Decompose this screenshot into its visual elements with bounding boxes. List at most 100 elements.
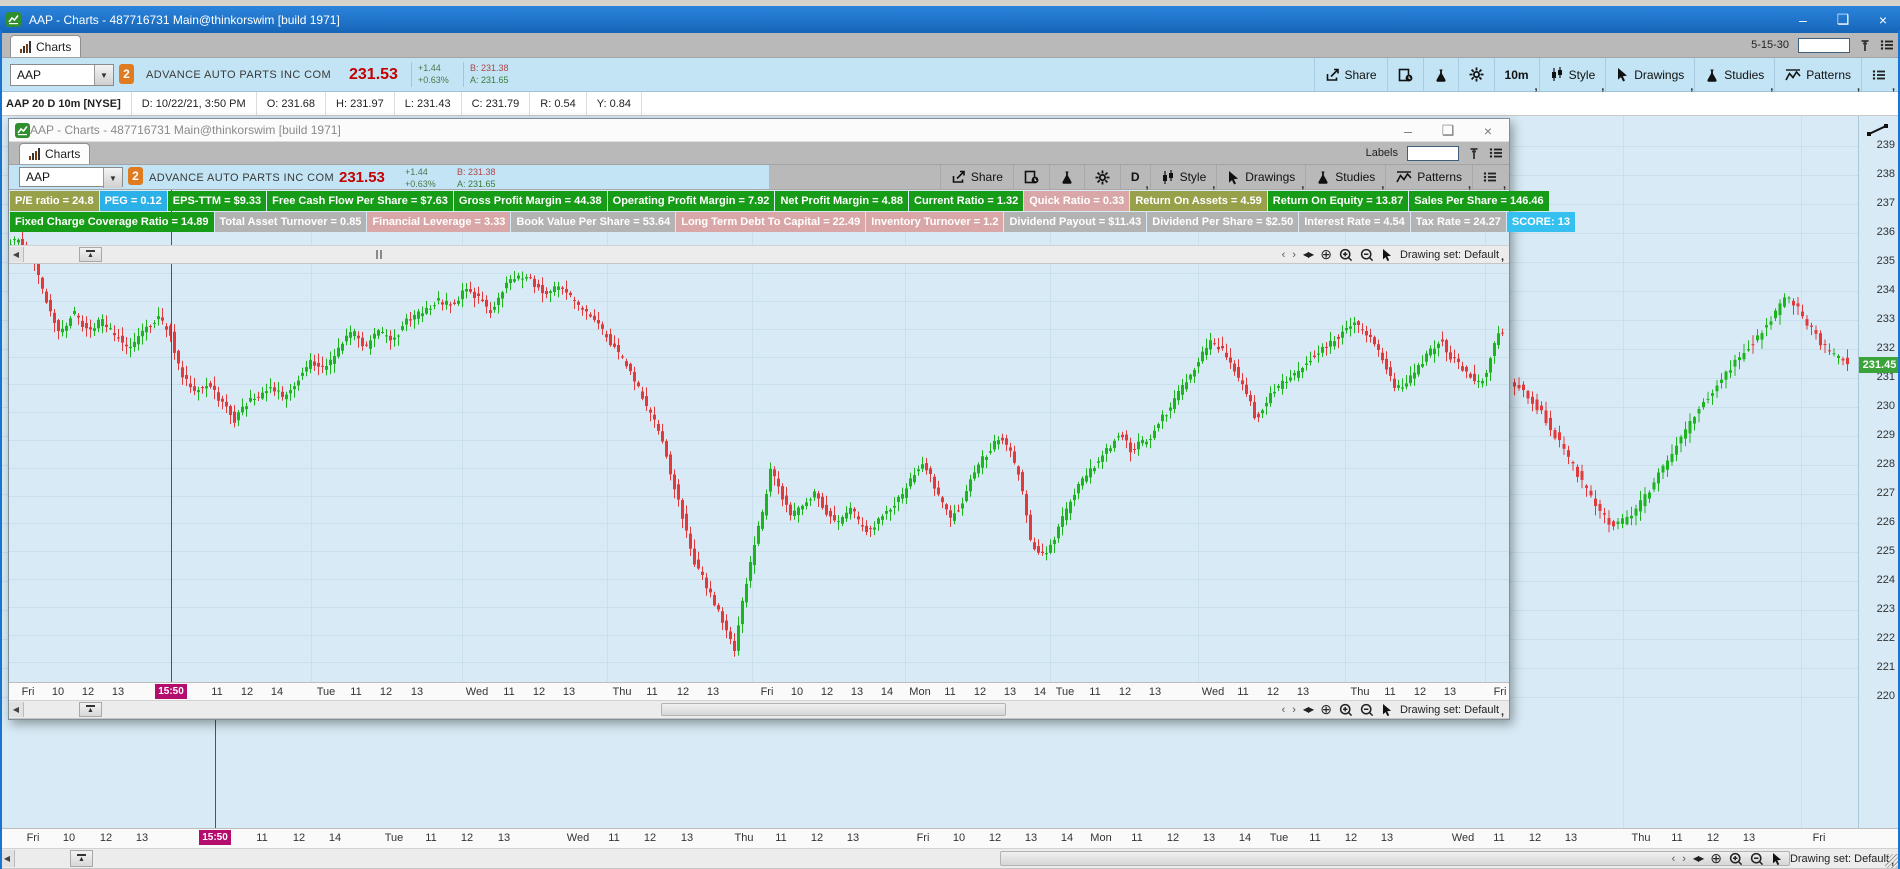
time-label: Thu [605,686,639,698]
tab-charts[interactable]: Charts [10,35,81,57]
time-label: 13 [101,686,135,698]
collapse-time-scale-button[interactable]: ▲ [79,702,102,717]
style-button[interactable]: Style, [1150,165,1217,189]
scroll-left-button[interactable]: ◀ [9,702,24,717]
alerts-badge[interactable]: 2 [119,64,134,84]
close-button[interactable]: × [1872,12,1894,28]
share-button[interactable]: Share [1314,58,1387,91]
scrollbar-grip[interactable] [373,250,385,259]
time-label: 11 [1298,832,1332,844]
patterns-button[interactable]: Patterns, [1774,58,1861,91]
inner-tab-charts[interactable]: Charts [19,143,90,164]
auto-scale-icon[interactable]: ◀▶ [1693,854,1703,863]
cursor-mode-button[interactable] [1381,248,1393,262]
pan-right-button[interactable]: › [1682,853,1686,865]
symbol-dropdown-button[interactable]: ▼ [94,65,113,85]
cursor-mode-button[interactable] [1381,703,1393,717]
fundamentals-row-1: P/E ratio = 24.8PEG = 0.12EPS-TTM = $9.3… [10,191,1549,211]
time-label: Wed [460,686,494,698]
fundamental-label: Interest Rate = 4.54 [1299,212,1410,232]
alerts-badge[interactable]: 2 [128,167,143,185]
drawing-set-selector[interactable]: Drawing set: Default, [1400,249,1505,261]
reports-button[interactable] [1013,165,1049,189]
drawings-button[interactable]: Drawings, [1605,58,1694,91]
fit-chart-icon[interactable]: ⊕ [1320,701,1332,718]
drawing-set-selector[interactable]: Drawing set: Default, [1400,704,1505,716]
pan-left-button[interactable]: ‹ [1282,704,1286,716]
pan-right-button[interactable]: › [1292,249,1296,261]
studies-button[interactable]: Studies, [1694,58,1774,91]
minimize-button[interactable]: – [1792,12,1814,28]
zoom-in-button[interactable] [1339,703,1353,717]
outer-tab-strip: Charts 5-15-30 [0,33,1900,58]
price-axis[interactable]: 2392382372362352342332322312302292282272… [1858,116,1900,828]
chart-settings-button[interactable] [1084,165,1120,189]
price-tick: 238 [1859,168,1895,180]
maximize-button[interactable]: ❑ [1832,11,1854,28]
cursor-mode-button[interactable] [1771,852,1783,866]
time-label: 12 [1403,686,1437,698]
style-button[interactable]: Style, [1539,58,1606,91]
zoom-out-button[interactable] [1360,248,1374,262]
quick-chart-input[interactable] [1798,38,1850,53]
auto-scale-icon[interactable]: ◀▶ [1303,705,1313,714]
inner-close-button[interactable]: × [1477,123,1499,139]
menu-icon [1483,171,1497,183]
resize-grip[interactable] [1885,854,1899,868]
zoom-out-button[interactable] [1360,703,1374,717]
studies-button[interactable]: Studies, [1305,165,1385,189]
inner-bottom-scrollbar[interactable]: ◀ ▲ ‹ › ◀▶ ⊕ Drawing set: Default, [9,700,1509,719]
pin-icon[interactable] [1468,147,1480,160]
scroll-left-button[interactable]: ◀ [9,247,24,262]
share-button[interactable]: Share [940,165,1013,189]
pin-icon[interactable] [1859,39,1871,52]
drawing-set-selector[interactable]: Drawing set: Default, [1790,853,1895,865]
reports-button[interactable] [1387,58,1423,91]
last-price-badge: 231.45 [1859,357,1900,373]
pan-right-button[interactable]: › [1292,704,1296,716]
bar-chart-icon [29,148,40,160]
patterns-button[interactable]: Patterns, [1385,165,1472,189]
collapse-time-scale-button[interactable]: ▲ [70,850,93,867]
zoom-out-button[interactable] [1750,852,1764,866]
inner-minimize-button[interactable]: – [1397,123,1419,139]
inner-top-scrollbar[interactable]: ◀ ▲ ‹ › ◀▶ ⊕ Drawing set: Default, [9,245,1509,264]
menu-icon[interactable] [1880,39,1894,51]
price-tick: 227 [1859,487,1895,499]
gear-icon [1469,67,1484,82]
fit-chart-icon[interactable]: ⊕ [1710,850,1722,867]
pointer-icon [1381,703,1393,717]
bid-ask: B: 231.38A: 231.65 [470,62,509,86]
timeframe-button[interactable]: D, [1120,165,1150,189]
pan-left-button[interactable]: ‹ [1282,249,1286,261]
symbol-dropdown-button[interactable]: ▼ [103,168,122,188]
outer-time-scrollbar[interactable]: ◀ ▲ ‹ › ◀▶ ⊕ Drawing set: Default, [0,848,1900,869]
drawings-button[interactable]: Drawings, [1216,165,1305,189]
chart-settings-button[interactable] [1458,58,1494,91]
fundamental-label: Book Value Per Share = 53.64 [511,212,675,232]
scroll-left-button[interactable]: ◀ [0,850,15,867]
outer-titlebar[interactable]: AAP - Charts - 487716731 Main@thinkorswi… [0,6,1900,33]
collapse-time-scale-button[interactable]: ▲ [79,247,102,262]
inner-symbol-input[interactable]: AAP ▼ [19,167,123,187]
inner-maximize-button[interactable]: ❑ [1437,122,1459,139]
inner-chart-window[interactable]: AAP - Charts - 487716731 Main@thinkorswi… [8,118,1510,720]
menu-icon[interactable] [1489,147,1503,159]
symbol-input[interactable]: AAP ▼ [10,64,114,86]
quick-study-button[interactable] [1049,165,1084,189]
fit-chart-icon[interactable]: ⊕ [1320,246,1332,263]
inner-titlebar[interactable]: AAP - Charts - 487716731 Main@thinkorswi… [9,119,1509,142]
inner-chart-toolbar: Share D, Style, [769,165,1509,189]
trendline-tool-icon[interactable] [1866,122,1890,138]
timeframe-button[interactable]: 10m, [1494,58,1539,91]
chart-menu-button[interactable]: , [1861,58,1896,91]
pan-left-button[interactable]: ‹ [1672,853,1676,865]
scrollbar-thumb[interactable] [661,703,1006,716]
zoom-in-button[interactable] [1729,852,1743,866]
quick-study-button[interactable] [1423,58,1458,91]
chart-menu-button[interactable]: , [1472,165,1507,189]
labels-input[interactable] [1407,146,1459,161]
fundamental-label: Return On Assets = 4.59 [1130,191,1266,211]
zoom-in-button[interactable] [1339,248,1353,262]
auto-scale-icon[interactable]: ◀▶ [1303,250,1313,259]
